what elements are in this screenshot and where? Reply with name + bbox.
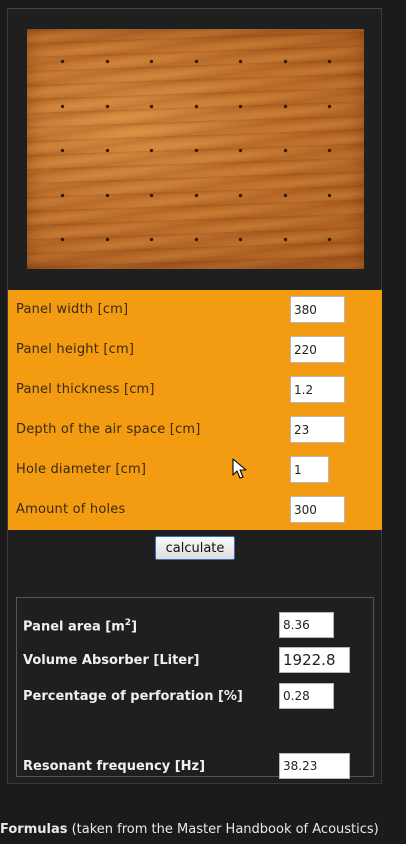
perforation-hole xyxy=(194,60,198,63)
perforation-output[interactable] xyxy=(279,683,334,709)
perforation-hole xyxy=(283,60,287,63)
mouse-cursor-icon xyxy=(232,458,247,479)
perforation-hole xyxy=(239,238,242,241)
perforation-hole xyxy=(283,149,287,152)
perforation-hole xyxy=(194,149,198,152)
perforation-row: Percentage of perforation [%] xyxy=(17,681,373,711)
hole-diameter-input[interactable] xyxy=(290,456,329,483)
perforation-hole xyxy=(239,193,242,197)
perforation-hole xyxy=(150,104,153,108)
perforation-hole xyxy=(328,149,331,152)
resonant-frequency-row: Resonant frequency [Hz] xyxy=(17,751,373,781)
amount-of-holes-label: Amount of holes xyxy=(16,502,126,517)
panel-area-row: Panel area [m2] xyxy=(17,610,373,640)
panel-height-row: Panel height [cm] xyxy=(8,330,382,370)
panel-height-input[interactable] xyxy=(290,336,345,363)
perforation-hole xyxy=(283,238,287,241)
perforation-hole xyxy=(328,104,331,108)
air-space-depth-input[interactable] xyxy=(290,416,345,443)
hole-diameter-row: Hole diameter [cm] xyxy=(8,450,382,490)
perforation-hole xyxy=(105,149,109,152)
perforation-hole xyxy=(328,193,331,197)
panel-thickness-label: Panel thickness [cm] xyxy=(16,382,155,397)
perforation-label: Percentage of perforation [%] xyxy=(23,689,243,704)
panel-width-row: Panel width [cm] xyxy=(8,290,382,330)
formulas-source: (taken from the Master Handbook of Acous… xyxy=(67,822,379,837)
perforation-hole xyxy=(328,60,331,63)
air-space-depth-row: Depth of the air space [cm] xyxy=(8,410,382,450)
volume-absorber-row: Volume Absorber [Liter] xyxy=(17,645,373,675)
results-panel: Panel area [m2] Volume Absorber [Liter] … xyxy=(16,597,374,779)
calculator-card: Panel width [cm] Panel height [cm] Panel… xyxy=(7,8,382,784)
air-space-depth-label: Depth of the air space [cm] xyxy=(16,422,201,437)
amount-of-holes-input[interactable] xyxy=(290,496,345,523)
hole-diameter-label: Hole diameter [cm] xyxy=(16,462,147,477)
perforation-hole xyxy=(283,104,287,108)
panel-width-input[interactable] xyxy=(290,296,345,323)
resonant-frequency-output[interactable] xyxy=(279,753,350,779)
panel-area-output[interactable] xyxy=(279,612,334,638)
perforation-hole xyxy=(194,238,198,241)
perforation-hole xyxy=(150,238,153,241)
perforation-hole xyxy=(105,193,109,197)
perforation-hole xyxy=(194,104,198,108)
perforation-hole xyxy=(239,149,242,152)
perforation-hole xyxy=(61,104,64,108)
perforation-hole xyxy=(283,193,287,197)
calculate-button[interactable]: calculate xyxy=(155,536,235,560)
perforation-hole xyxy=(105,104,109,108)
perforation-hole xyxy=(61,238,64,241)
input-panel: Panel width [cm] Panel height [cm] Panel… xyxy=(8,290,382,530)
perforation-hole xyxy=(239,104,242,108)
panel-height-label: Panel height [cm] xyxy=(16,342,135,357)
formulas-bold-label: Formulas xyxy=(0,822,68,837)
panel-thickness-input[interactable] xyxy=(290,376,345,403)
perforation-hole xyxy=(61,193,64,197)
perforation-hole xyxy=(239,60,242,63)
amount-of-holes-row: Amount of holes xyxy=(8,490,382,530)
volume-absorber-output[interactable] xyxy=(279,647,350,673)
perforated-wood-panel-image xyxy=(27,29,364,269)
perforation-hole xyxy=(61,149,64,152)
perforation-hole xyxy=(150,193,153,197)
panel-thickness-row: Panel thickness [cm] xyxy=(8,370,382,410)
perforation-hole xyxy=(328,238,331,241)
volume-absorber-label: Volume Absorber [Liter] xyxy=(23,653,200,668)
resonant-frequency-label: Resonant frequency [Hz] xyxy=(23,759,206,774)
perforation-hole xyxy=(150,149,153,152)
formulas-heading: Formulas (taken from the Master Handbook… xyxy=(0,822,379,837)
perforation-hole xyxy=(194,193,198,197)
panel-area-label: Panel area [m2] xyxy=(23,618,138,635)
perforation-hole xyxy=(61,60,64,63)
perforation-hole xyxy=(105,60,109,63)
perforation-hole xyxy=(105,238,109,241)
panel-width-label: Panel width [cm] xyxy=(16,302,129,317)
perforation-hole xyxy=(150,60,153,63)
